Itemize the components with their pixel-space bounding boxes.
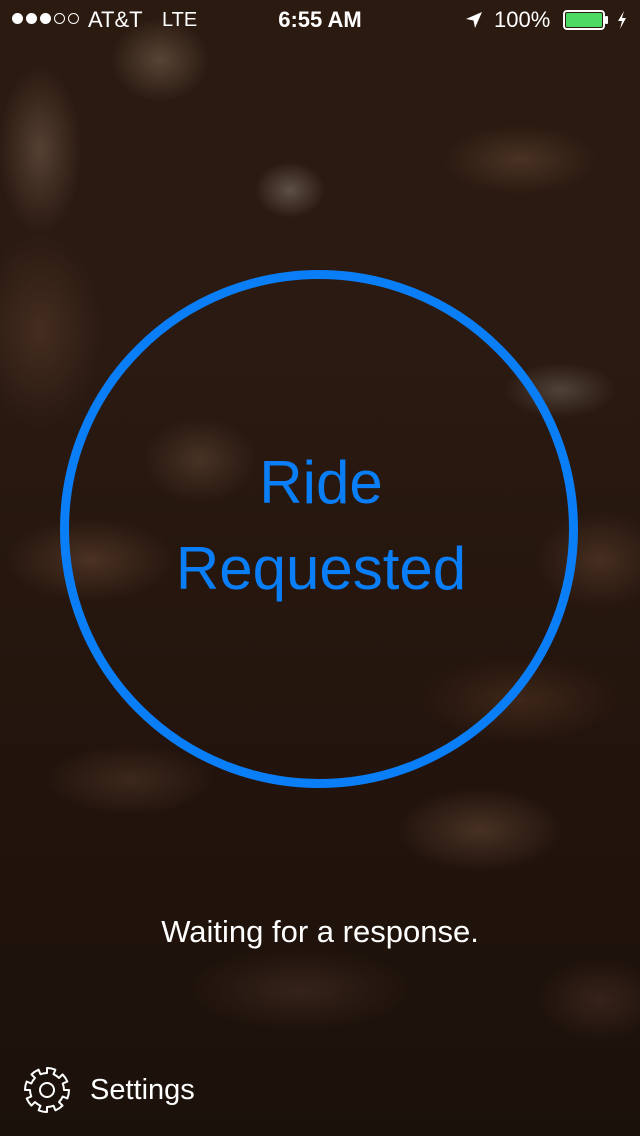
battery-percentage: 100% <box>494 7 551 32</box>
gear-icon <box>24 1067 70 1113</box>
location-arrow-icon <box>466 12 482 28</box>
gear-hub <box>39 1082 55 1098</box>
waiting-message: Waiting for a response. <box>161 914 479 949</box>
settings-button[interactable]: Settings <box>22 1062 195 1118</box>
ride-request-screen: AT&T LTE 6:55 AM 100% Ride Requested Wai… <box>0 0 640 1136</box>
bolt-icon <box>618 11 626 29</box>
settings-label: Settings <box>90 1073 195 1106</box>
battery-icon <box>563 10 608 30</box>
gear-outline <box>24 1067 70 1113</box>
status-bar: AT&T LTE 6:55 AM 100% <box>0 0 640 40</box>
ride-status-label: Ride Requested <box>175 449 467 602</box>
